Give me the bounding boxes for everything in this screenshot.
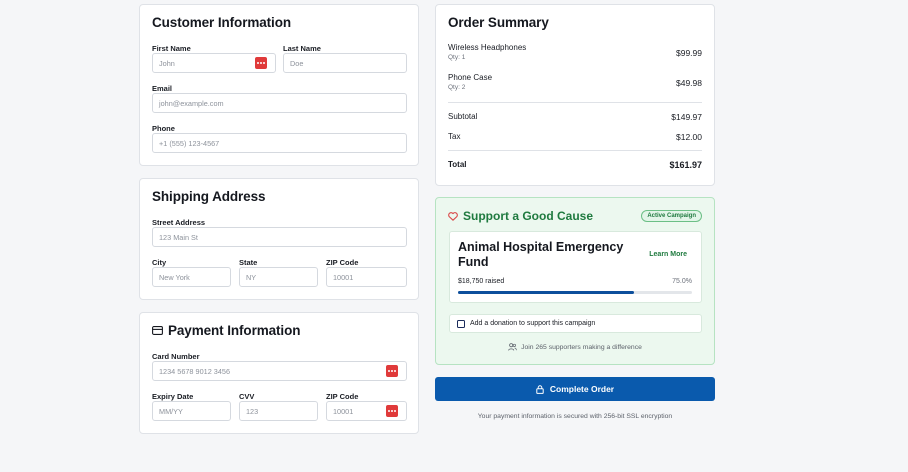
phone-label: Phone <box>152 124 175 133</box>
progress-percent: 75.0% <box>672 278 692 285</box>
order-item-price: $49.98 <box>676 78 702 88</box>
total-value: $161.97 <box>669 160 702 170</box>
city-input[interactable]: New York <box>152 267 231 287</box>
expiry-date-input[interactable]: MM/YY <box>152 401 231 421</box>
order-item: Wireless Headphones Qty: 1 $99.99 <box>448 43 702 61</box>
active-campaign-badge: Active Campaign <box>641 210 702 222</box>
total-row: Total $161.97 <box>448 160 702 170</box>
subtotal-label: Subtotal <box>448 112 478 121</box>
supporters-text: Join 265 supporters making a difference <box>521 343 642 351</box>
password-manager-icon[interactable] <box>255 57 267 69</box>
order-item-price: $99.99 <box>676 48 702 58</box>
donation-checkbox-row[interactable]: Add a donation to support this campaign <box>449 314 702 333</box>
card-number-input[interactable]: 1234 5678 9012 3456 <box>152 361 407 381</box>
phone-placeholder: +1 (555) 123-4567 <box>159 138 220 148</box>
support-cause-title-text: Support a Good Cause <box>463 209 594 223</box>
expiry-date-label: Expiry Date <box>152 392 194 401</box>
heart-icon <box>448 211 458 221</box>
total-divider <box>448 150 702 151</box>
users-icon <box>508 343 517 351</box>
campaign-progress-fill <box>458 291 634 294</box>
customer-info-title: Customer Information <box>152 15 292 30</box>
shipping-zip-label: ZIP Code <box>326 258 359 267</box>
total-label: Total <box>448 160 467 169</box>
order-item-name: Wireless Headphones <box>448 43 527 52</box>
shipping-zip-placeholder: 10001 <box>333 272 354 282</box>
cvv-input[interactable]: 123 <box>239 401 318 421</box>
supporters-note: Join 265 supporters making a difference <box>436 343 714 351</box>
email-input[interactable]: john@example.com <box>152 93 407 113</box>
billing-zip-label: ZIP Code <box>326 392 359 401</box>
customer-info-card: Customer Information First Name John Las… <box>139 4 419 166</box>
tax-row: Tax $12.00 <box>448 132 702 142</box>
learn-more-link[interactable]: Learn More <box>649 251 687 258</box>
password-manager-icon[interactable] <box>386 365 398 377</box>
amount-raised: $18,750 raised <box>458 278 505 285</box>
donation-checkbox[interactable] <box>457 319 465 328</box>
password-manager-icon[interactable] <box>386 405 398 417</box>
expiry-date-placeholder: MM/YY <box>159 406 183 416</box>
security-note: Your payment information is secured with… <box>477 413 673 420</box>
last-name-label: Last Name <box>283 44 321 53</box>
street-address-label: Street Address <box>152 218 206 227</box>
cvv-placeholder: 123 <box>246 406 259 416</box>
order-summary-card: Order Summary Wireless Headphones Qty: 1… <box>435 4 715 186</box>
payment-info-title: Payment Information <box>152 323 300 338</box>
first-name-input[interactable]: John <box>152 53 276 73</box>
order-item-qty: Qty: 1 <box>448 54 466 61</box>
complete-order-label: Complete Order <box>549 384 615 394</box>
shipping-zip-input[interactable]: 10001 <box>326 267 407 287</box>
last-name-placeholder: Doe <box>290 58 304 68</box>
tax-value: $12.00 <box>676 132 702 142</box>
order-item-name: Phone Case <box>448 73 493 82</box>
support-cause-card: Support a Good Cause Active Campaign Ani… <box>435 197 715 365</box>
order-item-qty: Qty: 2 <box>448 84 466 91</box>
credit-card-icon <box>152 326 163 335</box>
payment-info-title-text: Payment Information <box>168 323 301 338</box>
shipping-address-title: Shipping Address <box>152 189 266 204</box>
order-summary-title: Order Summary <box>448 15 549 30</box>
cvv-label: CVV <box>239 392 255 401</box>
email-placeholder: john@example.com <box>159 98 224 108</box>
billing-zip-input[interactable]: 10001 <box>326 401 407 421</box>
campaign-name: Animal Hospital Emergency Fund <box>458 240 624 269</box>
city-label: City <box>152 258 167 267</box>
state-label: State <box>239 258 258 267</box>
city-placeholder: New York <box>159 272 190 282</box>
campaign-progress-bar <box>458 291 692 294</box>
order-item: Phone Case Qty: 2 $49.98 <box>448 73 702 91</box>
tax-label: Tax <box>448 132 461 141</box>
phone-input[interactable]: +1 (555) 123-4567 <box>152 133 407 153</box>
street-address-placeholder: 123 Main St <box>159 232 198 242</box>
campaign-card: Animal Hospital Emergency Fund Learn Mor… <box>449 231 702 303</box>
shipping-address-card: Shipping Address Street Address 123 Main… <box>139 178 419 300</box>
last-name-input[interactable]: Doe <box>283 53 407 73</box>
donation-checkbox-label: Add a donation to support this campaign <box>470 320 596 327</box>
lock-icon <box>536 384 544 394</box>
state-placeholder: NY <box>246 272 257 282</box>
card-number-placeholder: 1234 5678 9012 3456 <box>159 366 231 376</box>
state-input[interactable]: NY <box>239 267 318 287</box>
summary-divider <box>448 102 702 103</box>
payment-info-card: Payment Information Card Number 1234 567… <box>139 312 419 434</box>
subtotal-row: Subtotal $149.97 <box>448 112 702 122</box>
street-address-input[interactable]: 123 Main St <box>152 227 407 247</box>
support-cause-title: Support a Good Cause <box>448 209 593 223</box>
email-label: Email <box>152 84 173 93</box>
complete-order-button[interactable]: Complete Order <box>435 377 715 401</box>
card-number-label: Card Number <box>152 352 200 361</box>
first-name-label: First Name <box>152 44 191 53</box>
subtotal-value: $149.97 <box>671 112 702 122</box>
